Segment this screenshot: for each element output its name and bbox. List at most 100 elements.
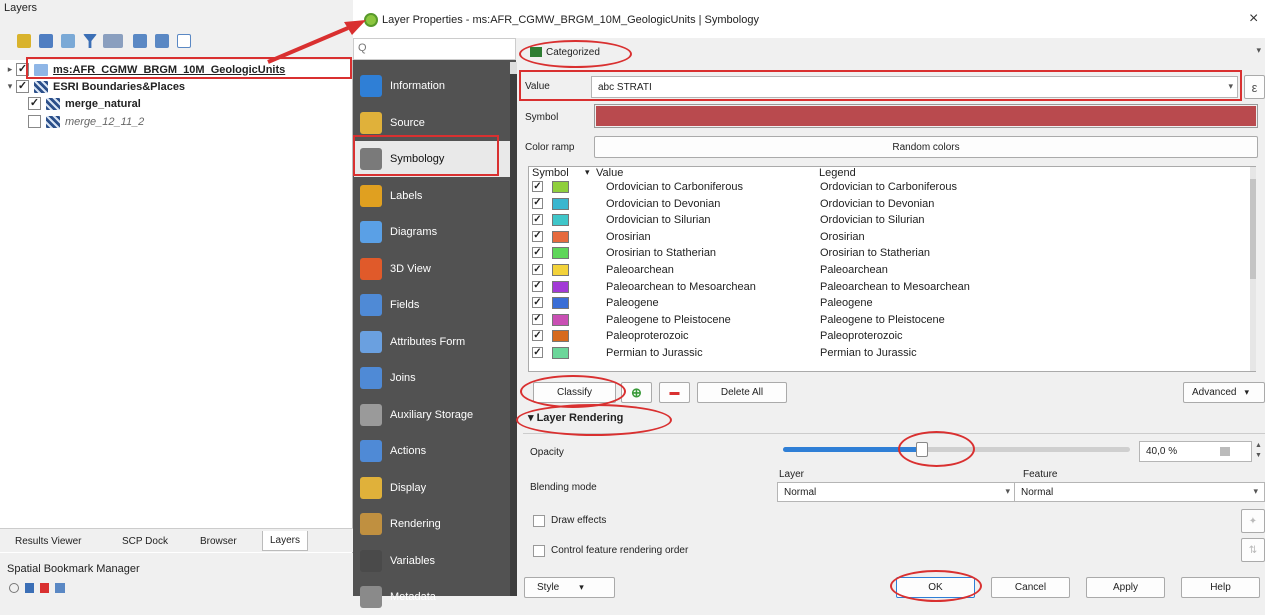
control-order-checkbox[interactable] (533, 545, 545, 557)
collapse-all-icon[interactable] (155, 34, 169, 48)
value-column-header[interactable]: Value (596, 167, 623, 180)
nav-item-display[interactable]: Display (354, 470, 516, 506)
layer-tree-item[interactable]: merge_12_11_2 (0, 113, 352, 130)
category-row[interactable]: ✓ Paleoproterozoic Paleoproterozoic (529, 330, 1253, 343)
tab-results-viewer[interactable]: Results Viewer (8, 531, 89, 551)
help-button[interactable]: Help (1181, 577, 1260, 598)
category-swatch[interactable] (552, 197, 569, 210)
spin-arrows-icon[interactable]: ▲ ▼ (1252, 441, 1265, 462)
nav-item-rendering[interactable]: Rendering (354, 506, 516, 542)
category-swatch[interactable] (552, 347, 569, 359)
table-scrollbar[interactable] (1250, 167, 1256, 371)
category-checkbox[interactable]: ✓ (532, 264, 543, 275)
category-swatch[interactable] (552, 330, 569, 343)
tab-scp-dock[interactable]: SCP Dock (115, 531, 175, 551)
category-swatch[interactable] (552, 214, 569, 227)
add-bookmark-icon[interactable] (25, 583, 34, 593)
category-checkbox[interactable]: ✓ (532, 181, 543, 192)
edit-bookmark-icon[interactable] (55, 583, 65, 593)
add-group-icon[interactable] (39, 34, 53, 48)
opacity-spinbox[interactable]: 40,0 % (1139, 441, 1252, 462)
nav-item-joins[interactable]: Joins (354, 360, 516, 396)
category-swatch[interactable] (552, 247, 569, 260)
nav-item-information[interactable]: Information (354, 68, 516, 104)
category-row[interactable]: ✓ Paleogene Paleogene (529, 297, 1253, 310)
nav-scrollbar[interactable] (510, 62, 517, 596)
nav-search-input[interactable]: Q (353, 38, 516, 60)
category-row[interactable]: ✓ Ordovician to Silurian Ordovician to Sil… (529, 214, 1253, 227)
style-manager-icon[interactable] (17, 34, 31, 48)
opacity-slider-handle[interactable] (915, 442, 928, 457)
chevron-right-icon[interactable]: ▸ (4, 64, 16, 75)
style-button[interactable]: Style ▾ (524, 577, 615, 598)
effects-settings-icon[interactable]: ✦ (1241, 509, 1265, 533)
layer-tree-item[interactable]: ✓ merge_natural (0, 95, 352, 112)
nav-item-fields[interactable]: Fields (354, 287, 516, 323)
layer-visibility-checkbox[interactable]: ✓ (16, 80, 29, 93)
close-icon[interactable]: × (1249, 10, 1258, 28)
category-row[interactable]: ✓ Paleogene to Pleistocene Paleogene to Pl… (529, 313, 1253, 327)
order-settings-icon[interactable]: ⇅ (1241, 538, 1265, 562)
expand-all-icon[interactable] (133, 34, 147, 48)
cancel-button[interactable]: Cancel (991, 577, 1070, 598)
category-checkbox[interactable]: ✓ (532, 313, 543, 325)
remove-layer-icon[interactable] (177, 34, 191, 48)
symbol-button[interactable] (594, 104, 1258, 128)
nav-item-metadata[interactable]: Metadata (354, 579, 516, 615)
category-row[interactable]: ✓ Orosirian to Statherian Orosirian to Sta… (529, 247, 1253, 260)
category-checkbox[interactable]: ✓ (532, 297, 543, 309)
category-checkbox[interactable]: ✓ (532, 230, 543, 242)
advanced-button[interactable]: Advanced ▾ (1183, 382, 1265, 403)
layer-tree-item[interactable]: ▾ ✓ ESRI Boundaries&Places (0, 78, 352, 95)
value-field-select[interactable]: abc STRATI ▾ (591, 76, 1238, 98)
apply-button[interactable]: Apply (1086, 577, 1165, 598)
filter-expression-icon[interactable] (103, 34, 123, 48)
nav-item-diagrams[interactable]: Diagrams (354, 214, 516, 250)
add-category-icon[interactable]: ⊕ (621, 382, 652, 403)
expression-button[interactable]: ε (1244, 75, 1265, 99)
category-swatch[interactable] (552, 280, 569, 293)
delete-all-button[interactable]: Delete All (697, 382, 787, 403)
category-swatch[interactable] (552, 181, 569, 193)
category-checkbox[interactable]: ✓ (532, 214, 543, 226)
layer-visibility-checkbox[interactable]: ✓ (16, 63, 29, 76)
table-scroll-thumb[interactable] (1250, 179, 1256, 279)
category-checkbox[interactable]: ✓ (532, 280, 543, 292)
chevron-down-icon[interactable]: ▾ (4, 81, 16, 92)
ok-button[interactable]: OK (896, 577, 975, 598)
category-checkbox[interactable]: ✓ (532, 197, 543, 209)
nav-item-actions[interactable]: Actions (354, 433, 516, 469)
draw-effects-checkbox[interactable] (533, 515, 545, 527)
category-row[interactable]: ✓ Orosirian Orosirian (529, 230, 1253, 244)
layer-tree-item[interactable]: ▸ ✓ ms:AFR_CGMW_BRGM_10M_GeologicUnits (0, 61, 352, 78)
nav-item-symbology[interactable]: Symbology (354, 141, 516, 177)
category-swatch[interactable] (552, 230, 569, 243)
manage-map-themes-icon[interactable] (61, 34, 75, 48)
category-swatch[interactable] (552, 297, 569, 310)
layer-visibility-checkbox[interactable] (28, 115, 41, 128)
nav-item-attributes-form[interactable]: Attributes Form (354, 324, 516, 360)
category-swatch[interactable] (552, 264, 569, 276)
tab-layers[interactable]: Layers (262, 531, 309, 551)
classify-button[interactable]: Classify (533, 382, 616, 403)
category-swatch[interactable] (552, 313, 569, 326)
category-row[interactable]: ✓ Ordovician to Carboniferous Ordovician t… (529, 181, 1253, 194)
legend-column-header[interactable]: Legend (819, 167, 856, 180)
nav-item-labels[interactable]: Labels (354, 178, 516, 214)
color-ramp-button[interactable]: Random colors (594, 136, 1258, 158)
clear-icon[interactable] (1220, 447, 1230, 456)
category-checkbox[interactable]: ✓ (532, 247, 543, 259)
category-checkbox[interactable]: ✓ (532, 347, 543, 358)
layer-visibility-checkbox[interactable]: ✓ (28, 97, 41, 110)
category-row[interactable]: ✓ Ordovician to Devonian Ordovician to Dev… (529, 197, 1253, 211)
zoom-bookmark-icon[interactable] (9, 583, 19, 593)
layer-rendering-header[interactable]: ▾ Layer Rendering (528, 411, 623, 424)
nav-item-variables[interactable]: Variables (354, 543, 516, 579)
remove-category-icon[interactable]: ▬ (659, 382, 690, 403)
category-checkbox[interactable]: ✓ (532, 330, 543, 342)
tab-browser[interactable]: Browser (193, 531, 244, 551)
delete-bookmark-icon[interactable] (40, 583, 49, 593)
feature-blend-select[interactable]: Normal ▾ (1014, 482, 1265, 502)
nav-item-auxiliary-storage[interactable]: Auxiliary Storage (354, 397, 516, 433)
opacity-slider[interactable] (783, 442, 1130, 457)
